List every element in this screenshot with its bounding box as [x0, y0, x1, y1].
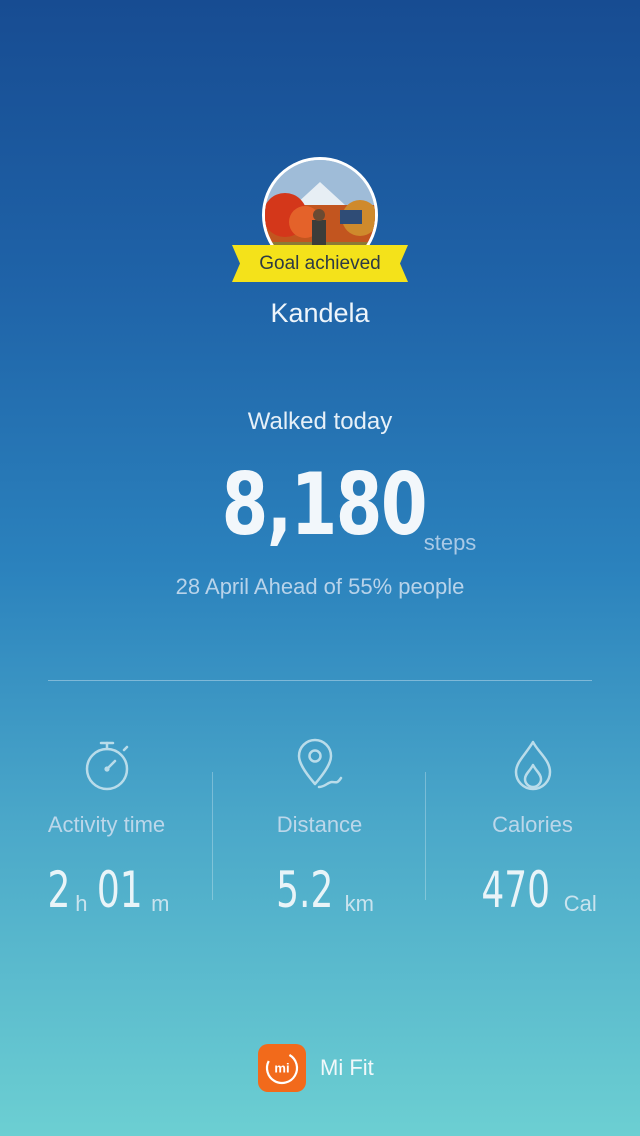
walked-today-label: Walked today — [247, 408, 393, 435]
hours-unit: h — [75, 891, 88, 916]
stopwatch-icon — [0, 738, 213, 798]
user-name: Kandela — [270, 298, 370, 328]
stat-activity-time: Activity time 2 h 01 m — [0, 730, 213, 930]
app-name: Mi Fit — [320, 1055, 374, 1080]
stats-row: Activity time 2 h 01 m Distance 5.2 km C… — [0, 730, 640, 930]
app-branding: mi Mi Fit — [0, 1044, 640, 1092]
location-pin-icon — [213, 738, 426, 798]
share-card: Goal achieved Kandela Walked today 8,180… — [0, 0, 640, 1136]
logo-text: mi — [274, 1061, 289, 1076]
date-ranking-summary: 28 April Ahead of 55% people — [175, 574, 465, 599]
activity-time-label: Activity time — [47, 812, 166, 837]
badge-label: Goal achieved — [259, 253, 381, 274]
distance-number: 5.2 — [276, 861, 334, 919]
divider — [48, 680, 592, 681]
calories-value: 470 Cal — [426, 858, 639, 922]
flame-icon — [426, 738, 639, 798]
goal-achieved-badge: Goal achieved — [232, 245, 408, 282]
activity-hours: 2 — [47, 861, 71, 919]
steps-unit: steps — [423, 530, 477, 555]
activity-minutes: 01 — [96, 861, 143, 919]
calories-unit: Cal — [563, 891, 597, 916]
steps-value: 8,180 — [221, 455, 427, 555]
minutes-unit: m — [151, 891, 170, 916]
distance-value: 5.2 km — [213, 858, 426, 922]
activity-time-value: 2 h 01 m — [0, 858, 213, 922]
stat-distance: Distance 5.2 km — [213, 730, 426, 930]
mi-fit-logo-icon: mi — [258, 1044, 306, 1092]
calories-label: Calories — [492, 812, 573, 837]
steps-count: 8,180steps — [0, 450, 640, 560]
calories-number: 470 — [481, 861, 551, 919]
distance-label: Distance — [276, 812, 363, 837]
stat-calories: Calories 470 Cal — [426, 730, 639, 930]
distance-unit: km — [344, 891, 374, 916]
